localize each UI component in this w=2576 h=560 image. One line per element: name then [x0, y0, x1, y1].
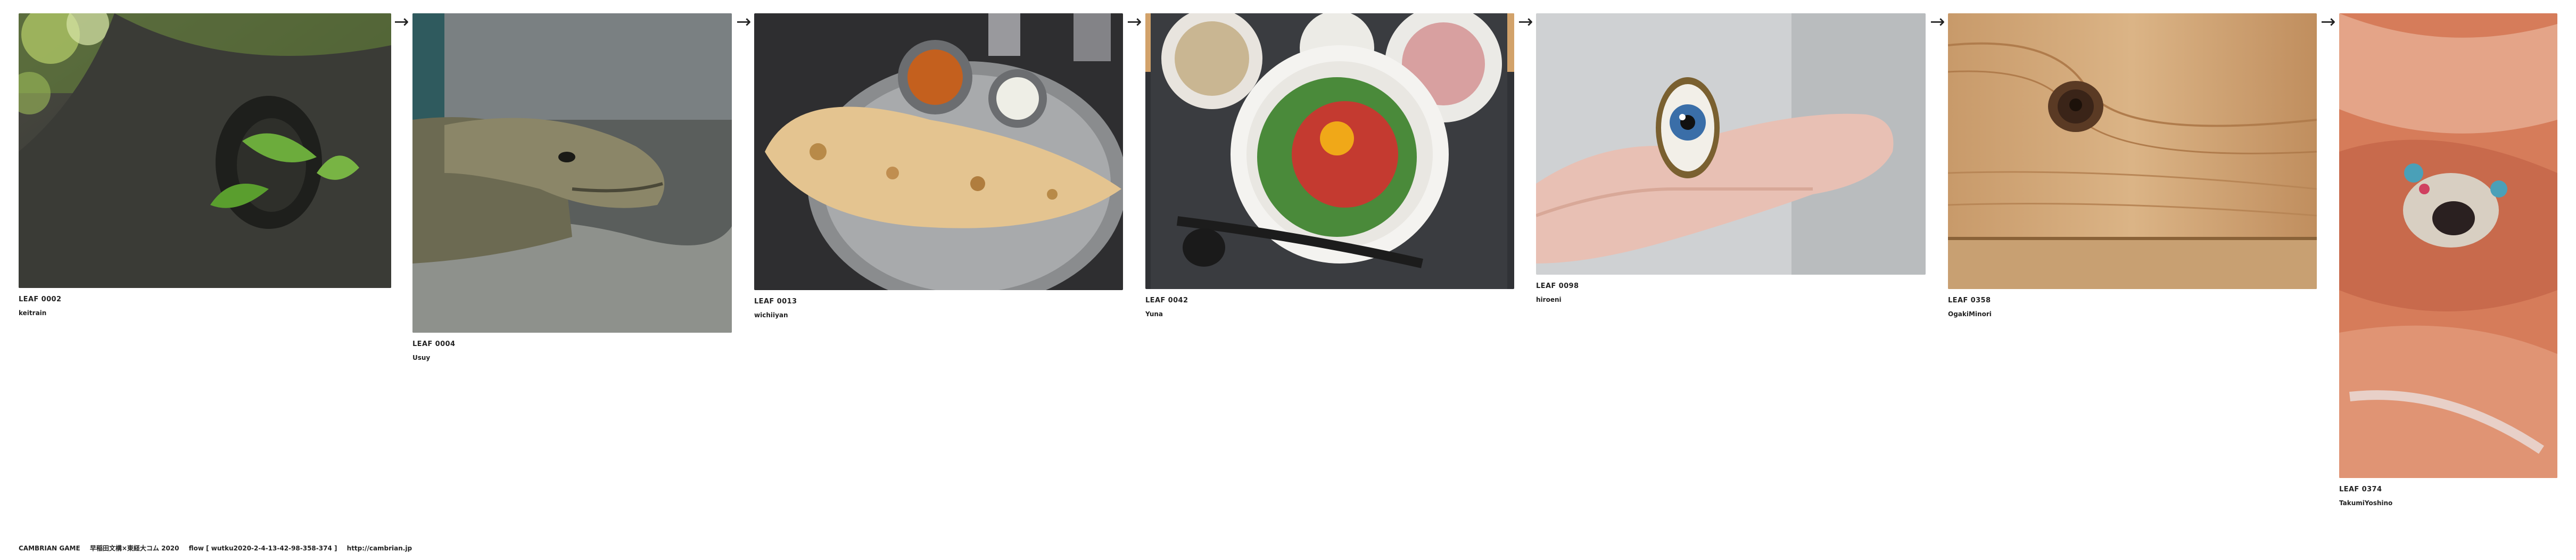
footer-credit: 早稲田文構×東経大コム 2020 [89, 545, 179, 552]
flow-arrow-icon: → [1127, 11, 1142, 32]
leaf-id: LEAF 0002 [19, 295, 62, 303]
leaf-photo[interactable] [19, 13, 391, 288]
leaf-id: LEAF 0374 [2339, 485, 2382, 493]
footer-flow: flow [ wutku2020-2-4-13-42-98-358-374 ] [188, 545, 337, 552]
flow-arrow-icon: → [1930, 11, 1945, 32]
leaf-id: LEAF 0358 [1948, 297, 1991, 304]
leaf-card[interactable]: LEAF 0004 Usuy [412, 13, 732, 362]
leaf-id: LEAF 0042 [1145, 297, 1188, 304]
leaf-photo[interactable] [1145, 13, 1514, 289]
leaf-card[interactable]: LEAF 0002 keitrain [19, 13, 391, 317]
leaf-card[interactable]: LEAF 0013 wichiiyan [754, 13, 1123, 319]
leaf-author[interactable]: Usuy [412, 354, 732, 362]
flow-arrow-icon: → [736, 11, 752, 32]
leaf-photo[interactable] [2339, 13, 2557, 478]
flow-arrow-icon: → [1518, 11, 1533, 32]
leaf-photo[interactable] [1948, 13, 2317, 289]
leaf-author[interactable]: wichiiyan [754, 311, 1123, 319]
leaf-photo[interactable] [754, 13, 1123, 290]
leaf-author[interactable]: Yuna [1145, 310, 1514, 318]
leaf-id: LEAF 0098 [1536, 282, 1579, 290]
leaf-id: LEAF 0004 [412, 340, 456, 348]
leaf-author[interactable]: hiroeni [1536, 296, 1926, 304]
leaf-card[interactable]: LEAF 0042 Yuna [1145, 13, 1514, 318]
footer-title: CAMBRIAN GAME [19, 545, 80, 552]
leaf-author[interactable]: keitrain [19, 309, 391, 317]
leaf-id: LEAF 0013 [754, 298, 797, 306]
leaf-card[interactable]: LEAF 0358 OgakiMinori [1948, 13, 2317, 318]
flow-arrow-icon: → [394, 11, 409, 32]
leaf-author[interactable]: TakumiYoshino [2339, 499, 2557, 507]
footer-link[interactable]: http://cambrian.jp [347, 545, 412, 552]
leaf-author[interactable]: OgakiMinori [1948, 310, 2317, 318]
leaf-card[interactable]: LEAF 0098 hiroeni [1536, 13, 1926, 304]
leaf-photo[interactable] [412, 13, 732, 333]
leaf-card[interactable]: LEAF 0374 TakumiYoshino [2339, 13, 2557, 507]
flow-arrow-icon: → [2321, 11, 2336, 32]
leaf-photo[interactable] [1536, 13, 1926, 275]
footer: CAMBRIAN GAME 早稲田文構×東経大コム 2020 flow [ wu… [19, 543, 412, 553]
